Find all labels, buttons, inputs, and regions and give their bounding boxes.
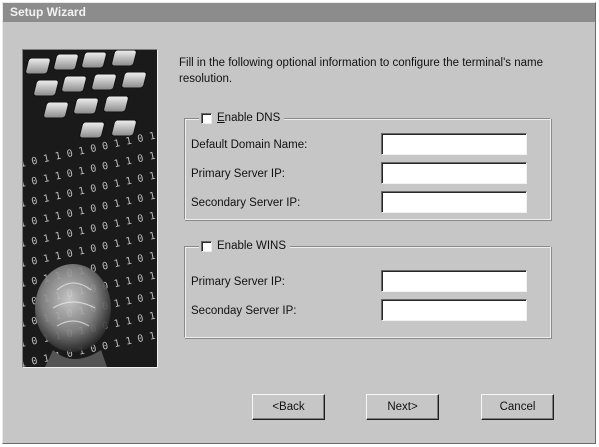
dns-primary-server-ip-label: Primary Server IP:	[191, 168, 285, 180]
title-bar[interactable]: Setup Wizard	[3, 3, 595, 22]
dns-primary-server-ip-field[interactable]	[381, 162, 527, 184]
intro-text: Fill in the following optional informati…	[179, 57, 543, 85]
wins-secondary-server-ip-field[interactable]	[381, 299, 527, 321]
dns-checkbox-box[interactable]	[201, 112, 212, 124]
default-domain-name-field[interactable]	[381, 133, 527, 155]
dns-checkbox-label: Enable DNS	[217, 112, 281, 124]
enable-dns-checkbox[interactable]: Enable DNS	[199, 111, 285, 125]
wins-primary-server-ip-label: Primary Server IP:	[191, 276, 285, 288]
default-domain-name-label: Default Domain Name:	[191, 139, 308, 151]
wins-secondary-server-ip-label: Seconday Server IP:	[191, 305, 297, 317]
wins-checkbox-box[interactable]	[201, 240, 212, 252]
cancel-button[interactable]: Cancel	[481, 394, 554, 420]
wins-checkbox-label: Enable WINS	[217, 240, 287, 252]
wizard-banner-image: 1 0 1 1 0 1 0 0 1 1 0 1 0 1 1 0 0 1 0 1 …	[22, 49, 158, 368]
dns-secondary-server-ip-field[interactable]	[381, 191, 527, 213]
dns-secondary-server-ip-label: Secondary Server IP:	[191, 197, 301, 209]
enable-wins-checkbox[interactable]: Enable WINS	[199, 239, 291, 253]
wins-primary-server-ip-field[interactable]	[381, 270, 527, 292]
banner-graphic: 1 0 1 1 0 1 0 0 1 1 0 1 0 1 1 0 0 1 0 1 …	[23, 50, 157, 367]
dns-checkbox-label-rest: nable DNS	[224, 112, 281, 124]
back-button[interactable]: <Back	[252, 394, 325, 420]
setup-wizard-dialog: Setup Wizard 1 0 1 1 0 1 0 0 1 1 0 1 1 0…	[2, 2, 596, 444]
wins-group	[184, 246, 551, 338]
next-button[interactable]: Next>	[366, 394, 439, 420]
